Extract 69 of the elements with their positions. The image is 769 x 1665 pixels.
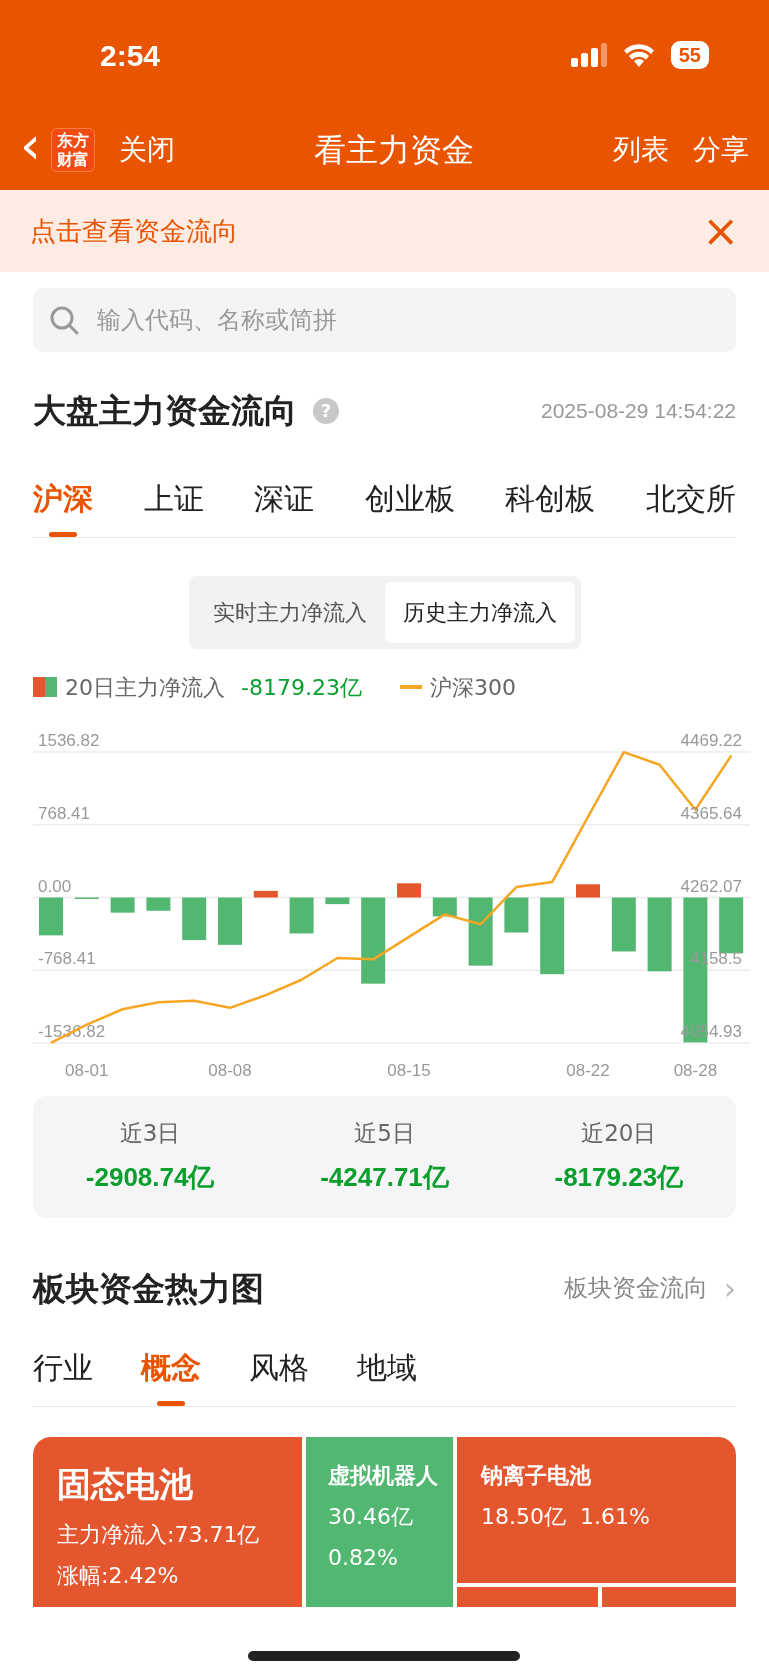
back-button[interactable]: ‹ [20, 125, 51, 175]
category-tab[interactable]: 概念 [141, 1345, 201, 1406]
heatmap-tile[interactable]: 固态电池 主力净流入:73.71亿 涨幅:2.42% [33, 1437, 302, 1607]
summary-label: 近20日 [581, 1118, 657, 1148]
axis-label: 08-15 [387, 1060, 431, 1080]
category-tab[interactable]: 行业 [33, 1345, 93, 1406]
chart-bar [468, 897, 493, 966]
mode-tab[interactable]: 历史主力净流入 [384, 581, 575, 643]
chart-bar [719, 897, 744, 953]
close-button[interactable]: 关闭 [118, 129, 175, 171]
legend-label: 20日主力净流入 [65, 673, 225, 702]
axis-label: 08-01 [65, 1060, 109, 1080]
chart-bar [218, 897, 242, 945]
status-time: 2:54 [100, 37, 161, 74]
search-input[interactable]: 输入代码、名称或简拼 [95, 301, 720, 339]
battery-indicator: 55 [670, 41, 709, 69]
axis-label: 4469.22 [680, 730, 742, 750]
legend-bar-icon [33, 677, 57, 697]
axis-label: 4262.07 [680, 876, 742, 895]
market-tab[interactable]: 上证 [143, 475, 204, 537]
axis-label: 08-22 [566, 1060, 610, 1080]
market-tab[interactable]: 北交所 [645, 475, 736, 537]
list-button[interactable]: 列表 [613, 129, 669, 171]
axis-label: 768.41 [38, 803, 90, 823]
axis-label: 1536.82 [38, 730, 100, 750]
timestamp: 2025-08-29 14:54:22 [541, 398, 736, 424]
chart-bar [611, 897, 636, 951]
heatmap-tile[interactable]: 钠离子电池 18.50亿 1.61% [457, 1437, 736, 1583]
chart-bar [182, 897, 207, 940]
summary-value: -2908.74亿 [85, 1161, 215, 1195]
chart-bar [397, 882, 421, 897]
chart-bar [576, 883, 600, 897]
heatmap-tile[interactable]: 虚拟机器人 30.46亿 0.82% [306, 1437, 453, 1607]
chevron-icon: › [724, 1265, 736, 1311]
search-icon [49, 305, 79, 335]
market-tab[interactable]: 深证 [254, 475, 315, 537]
app-logo: 东方 财富 [50, 128, 95, 172]
legend-label: 沪深300 [429, 673, 516, 702]
banner-text[interactable]: 点击查看资金流向 [30, 211, 238, 251]
sector-flow-link[interactable]: 板块资金流向 [564, 1270, 708, 1307]
axis-label: 4365.64 [680, 803, 742, 823]
legend-value: -8179.23亿 [241, 673, 362, 702]
signal-icon [570, 43, 607, 67]
axis-label: 08-28 [673, 1060, 718, 1080]
summary-label: 近5日 [354, 1118, 415, 1148]
category-tab[interactable]: 风格 [249, 1345, 309, 1406]
share-button[interactable]: 分享 [693, 129, 749, 171]
summary-value: -4247.71亿 [320, 1161, 449, 1195]
summary-label: 近3日 [119, 1118, 181, 1148]
market-tab[interactable]: 科创板 [505, 475, 596, 537]
category-tab[interactable]: 地域 [357, 1345, 417, 1406]
axis-label: 0.00 [38, 876, 72, 895]
section-title: 大盘主力资金流向 [33, 390, 297, 432]
wifi-icon [622, 43, 655, 67]
close-button[interactable]: × [702, 209, 739, 253]
chart-bar [325, 897, 350, 904]
section-title: 板块资金热力图 [33, 1267, 264, 1310]
chart-bar [504, 897, 529, 933]
chart-bar [253, 890, 278, 897]
page-title: 看主力资金 [312, 130, 475, 171]
search-field[interactable]: 输入代码、名称或简拼 [33, 288, 736, 352]
axis-label: 08-08 [208, 1060, 252, 1080]
chart-bar [289, 897, 314, 933]
mode-tab[interactable]: 实时主力净流入 [194, 581, 385, 643]
summary-value: -8179.23亿 [554, 1161, 684, 1195]
market-tab[interactable]: 沪深 [33, 475, 93, 537]
axis-label: -768.41 [38, 948, 96, 968]
market-tab[interactable]: 创业板 [364, 475, 455, 537]
chart-bar [39, 897, 63, 935]
